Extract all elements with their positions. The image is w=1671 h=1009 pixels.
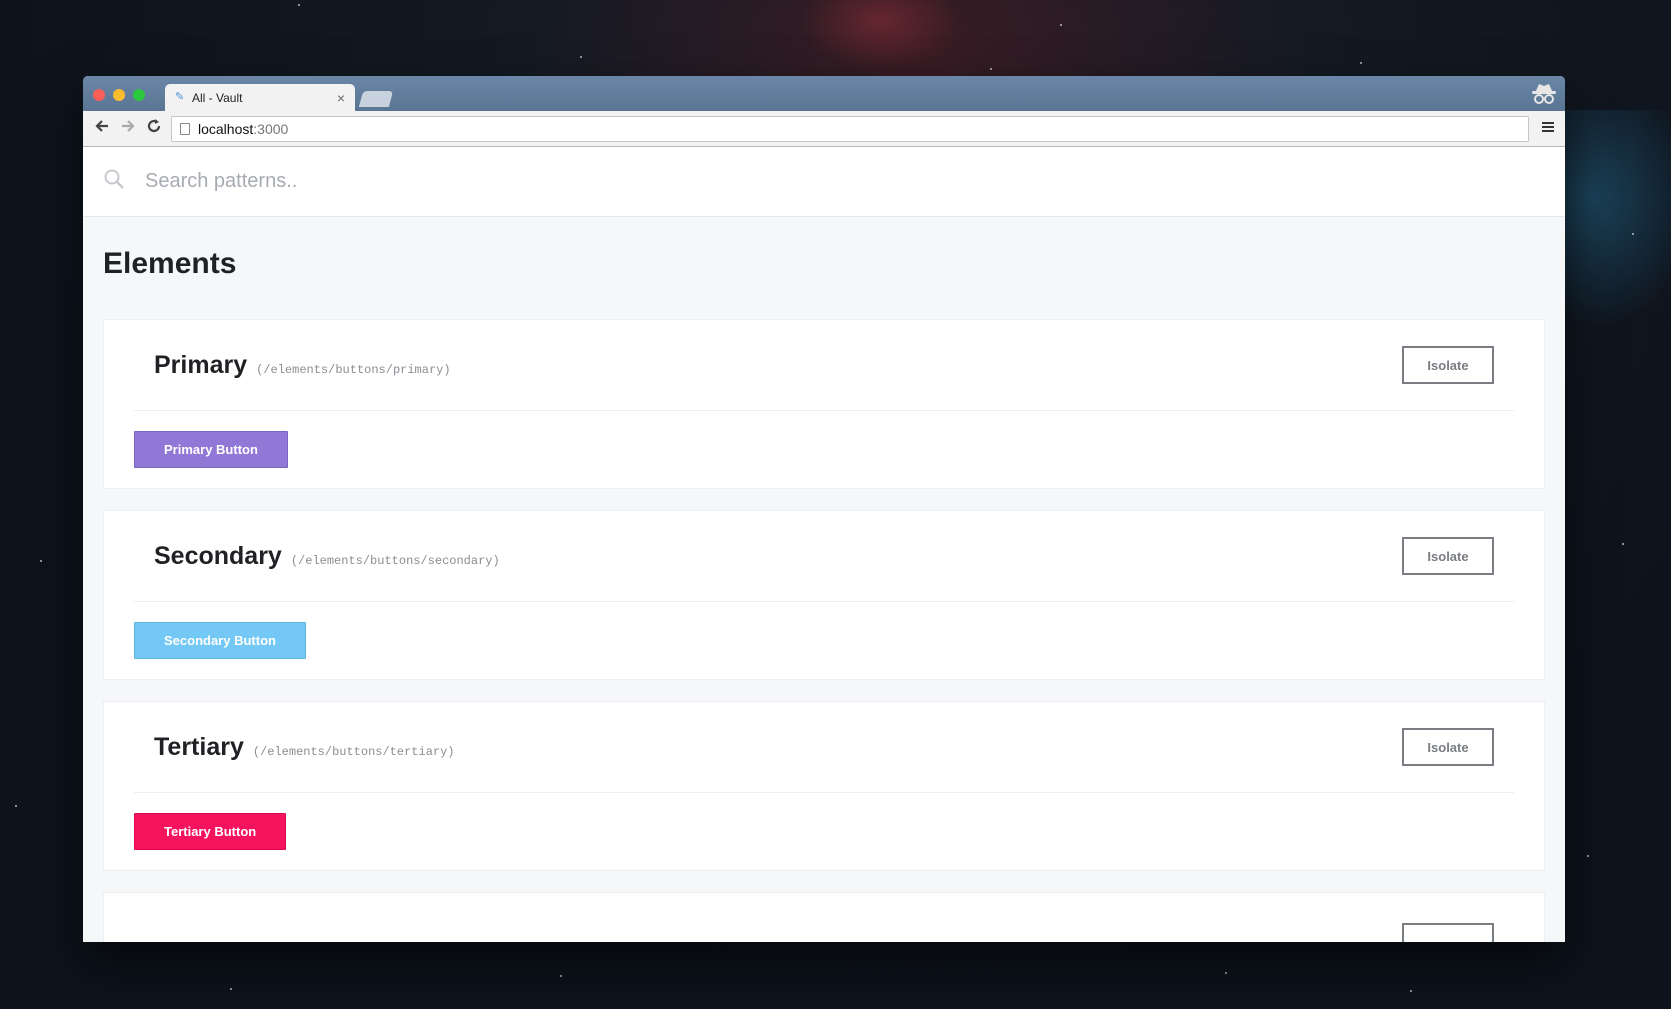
reload-glyph: [147, 119, 161, 133]
url-host: localhost: [198, 120, 254, 137]
incognito-icon: [1529, 81, 1559, 107]
browser-toolbar: localhost:3000: [83, 111, 1565, 147]
background-nebula-red: [800, 0, 960, 70]
pattern-heading: Secondary (/elements/buttons/secondary): [154, 542, 500, 571]
search-glyph: [104, 169, 124, 189]
pattern-path: (/elements/buttons/secondary): [290, 553, 500, 568]
browser-titlebar: ✎ All - Vault ×: [83, 76, 1565, 111]
forward-arrow-glyph: [122, 120, 135, 132]
back-arrow-glyph: [95, 120, 108, 132]
incognito-glyph: [1532, 84, 1556, 104]
tab-close-icon[interactable]: ×: [337, 90, 345, 106]
pattern-header: Primary (/elements/buttons/primary) Isola…: [134, 320, 1514, 411]
pattern-name: Tertiary: [154, 732, 244, 761]
minimize-window-button[interactable]: [113, 89, 125, 101]
page-title: Elements: [103, 247, 237, 280]
tertiary-button[interactable]: Tertiary Button: [134, 813, 287, 850]
hamburger-glyph: [1542, 122, 1554, 132]
close-window-button[interactable]: [93, 89, 105, 101]
pattern-header: Secondary (/elements/buttons/secondary) I…: [134, 511, 1514, 602]
isolate-button[interactable]: Isolate: [1402, 728, 1494, 766]
pattern-preview: Secondary Button: [134, 602, 1514, 659]
tab-title: All - Vault: [192, 90, 243, 105]
search-input[interactable]: [145, 170, 745, 193]
pattern-preview: Primary Button: [134, 411, 1514, 468]
browser-tab[interactable]: ✎ All - Vault ×: [165, 84, 355, 111]
pattern-preview: Tertiary Button: [134, 793, 1514, 850]
vault-favicon-icon: ✎: [175, 91, 185, 103]
pattern-card-primary: Primary (/elements/buttons/primary) Isola…: [103, 319, 1545, 489]
search-bar: [83, 147, 1565, 217]
pattern-name: Secondary: [154, 541, 282, 570]
primary-button[interactable]: Primary Button: [134, 431, 288, 468]
pattern-heading: Primary (/elements/buttons/primary): [154, 351, 451, 380]
isolate-button[interactable]: Isolate: [1402, 346, 1494, 384]
pattern-card-partial: [103, 892, 1545, 942]
secondary-button[interactable]: Secondary Button: [134, 622, 306, 659]
window-controls: [93, 89, 145, 101]
pattern-heading: Tertiary (/elements/buttons/tertiary): [154, 733, 455, 762]
pattern-card-secondary: Secondary (/elements/buttons/secondary) I…: [103, 510, 1545, 680]
main-content: Elements Primary (/elements/buttons/prima…: [83, 217, 1565, 942]
pattern-path: (/elements/buttons/tertiary): [252, 744, 455, 759]
reload-icon[interactable]: [141, 118, 167, 139]
url-port: :3000: [253, 120, 289, 137]
pattern-name: Primary: [154, 350, 248, 379]
new-tab-button[interactable]: [358, 91, 394, 107]
isolate-button[interactable]: Isolate: [1402, 537, 1494, 575]
back-arrow-icon[interactable]: [89, 118, 115, 139]
pattern-card-tertiary: Tertiary (/elements/buttons/tertiary) Iso…: [103, 701, 1545, 871]
zoom-window-button[interactable]: [133, 89, 145, 101]
pattern-path: (/elements/buttons/primary): [256, 362, 451, 377]
address-bar[interactable]: localhost:3000: [171, 115, 1529, 142]
pattern-header: Tertiary (/elements/buttons/tertiary) Iso…: [134, 702, 1514, 793]
isolate-button[interactable]: [1402, 923, 1494, 942]
forward-arrow-icon[interactable]: [115, 118, 141, 139]
page-icon: [180, 122, 190, 135]
hamburger-menu-icon[interactable]: [1537, 118, 1559, 139]
search-icon: [103, 168, 125, 196]
browser-window: ✎ All - Vault × localhost:3000 Search p…: [83, 76, 1565, 942]
